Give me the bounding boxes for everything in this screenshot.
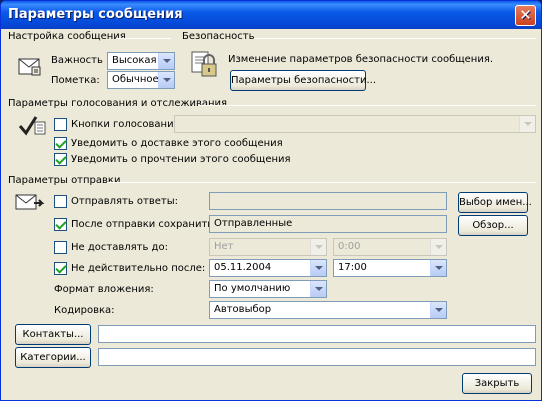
- voting-buttons-select[interactable]: [174, 115, 536, 133]
- chevron-down-icon[interactable]: [158, 72, 174, 88]
- do-not-deliver-date-select[interactable]: Нет: [209, 238, 327, 256]
- expires-time-value: 17:00: [338, 262, 367, 273]
- chevron-down-icon[interactable]: [430, 302, 446, 318]
- expires-date-select[interactable]: 05.11.2004: [209, 259, 327, 277]
- group-divider: [198, 105, 536, 106]
- select-names-button[interactable]: Выбор имен...: [458, 192, 532, 213]
- expires-time-select[interactable]: 17:00: [333, 259, 447, 277]
- voting-group-title: Параметры голосования и отслеживания: [8, 98, 228, 109]
- sensitivity-value: Обычное: [112, 74, 159, 85]
- do-not-deliver-date-value: Нет: [214, 241, 234, 252]
- group-divider: [107, 182, 536, 183]
- replies-field[interactable]: [209, 192, 447, 210]
- security-group-title: Безопасность: [182, 31, 255, 42]
- save-sent-folder-field[interactable]: Отправленные: [209, 215, 447, 233]
- browse-button[interactable]: Обзор...: [458, 215, 528, 236]
- voting-buttons-checkbox[interactable]: [54, 118, 67, 131]
- attachment-format-value: По умолчанию: [214, 283, 291, 294]
- contacts-button[interactable]: Контакты...: [15, 324, 91, 345]
- chevron-down-icon[interactable]: [310, 260, 326, 276]
- sensitivity-label: Пометка:: [51, 75, 100, 86]
- expires-date-value: 05.11.2004: [214, 262, 272, 273]
- encoding-select[interactable]: Автовыбор: [209, 301, 447, 319]
- delivery-receipt-checkbox[interactable]: [54, 137, 67, 150]
- do-not-deliver-time-value: 0:00: [338, 241, 361, 252]
- do-not-deliver-checkbox[interactable]: [54, 241, 67, 254]
- importance-value: Высокая: [112, 55, 157, 66]
- save-sent-label: После отправки сохранить в:: [71, 219, 226, 230]
- security-settings-button[interactable]: Параметры безопасности...: [230, 70, 376, 91]
- expires-label: Не действительно после:: [71, 263, 206, 274]
- categories-field[interactable]: [98, 348, 536, 366]
- read-receipt-label: Уведомить о прочтении этого сообщения: [71, 154, 291, 165]
- voting-buttons-label: Кнопки голосования:: [71, 119, 183, 130]
- delivery-icon: [15, 193, 45, 216]
- read-receipt-checkbox[interactable]: [54, 153, 67, 166]
- do-not-deliver-label: Не доставлять до:: [71, 242, 168, 253]
- chevron-down-icon[interactable]: [310, 281, 326, 297]
- chevron-down-icon[interactable]: [310, 239, 326, 255]
- attachment-format-select[interactable]: По умолчанию: [209, 280, 327, 298]
- chevron-down-icon[interactable]: [519, 116, 535, 132]
- lock-icon: [191, 49, 221, 84]
- attachment-format-label: Формат вложения:: [54, 284, 154, 295]
- replies-checkbox[interactable]: [54, 195, 67, 208]
- dialog-title: Параметры сообщения: [8, 7, 183, 22]
- group-divider: [254, 38, 536, 39]
- delivery-receipt-label: Уведомить о доставке этого сообщения: [71, 138, 283, 149]
- save-sent-checkbox[interactable]: [54, 218, 67, 231]
- importance-label: Важность: [51, 55, 103, 66]
- replies-label: Отправлять ответы:: [71, 196, 178, 207]
- encoding-label: Кодировка:: [54, 305, 115, 316]
- close-window-button[interactable]: ✕: [515, 5, 536, 26]
- close-button[interactable]: Закрыть: [462, 373, 532, 394]
- contacts-field[interactable]: [98, 325, 536, 343]
- importance-select[interactable]: Высокая: [107, 52, 175, 70]
- delivery-group-title: Параметры отправки: [8, 175, 121, 186]
- chevron-down-icon[interactable]: [430, 260, 446, 276]
- message-settings-icon: [18, 55, 42, 80]
- group-divider: [116, 38, 171, 39]
- message-settings-group-title: Настройка сообщения: [8, 31, 126, 42]
- sensitivity-select[interactable]: Обычное: [107, 71, 175, 89]
- chevron-down-icon[interactable]: [430, 239, 446, 255]
- voting-icon: [17, 114, 47, 141]
- title-bar: Параметры сообщения ✕: [1, 1, 541, 29]
- expires-checkbox[interactable]: [54, 262, 67, 275]
- message-options-dialog: Параметры сообщения ✕ Настройка сообщени…: [0, 0, 542, 401]
- security-description: Изменение параметров безопасности сообще…: [228, 54, 494, 65]
- chevron-down-icon[interactable]: [158, 53, 174, 69]
- encoding-value: Автовыбор: [214, 304, 272, 315]
- do-not-deliver-time-select[interactable]: 0:00: [333, 238, 447, 256]
- categories-button[interactable]: Категории...: [15, 347, 91, 368]
